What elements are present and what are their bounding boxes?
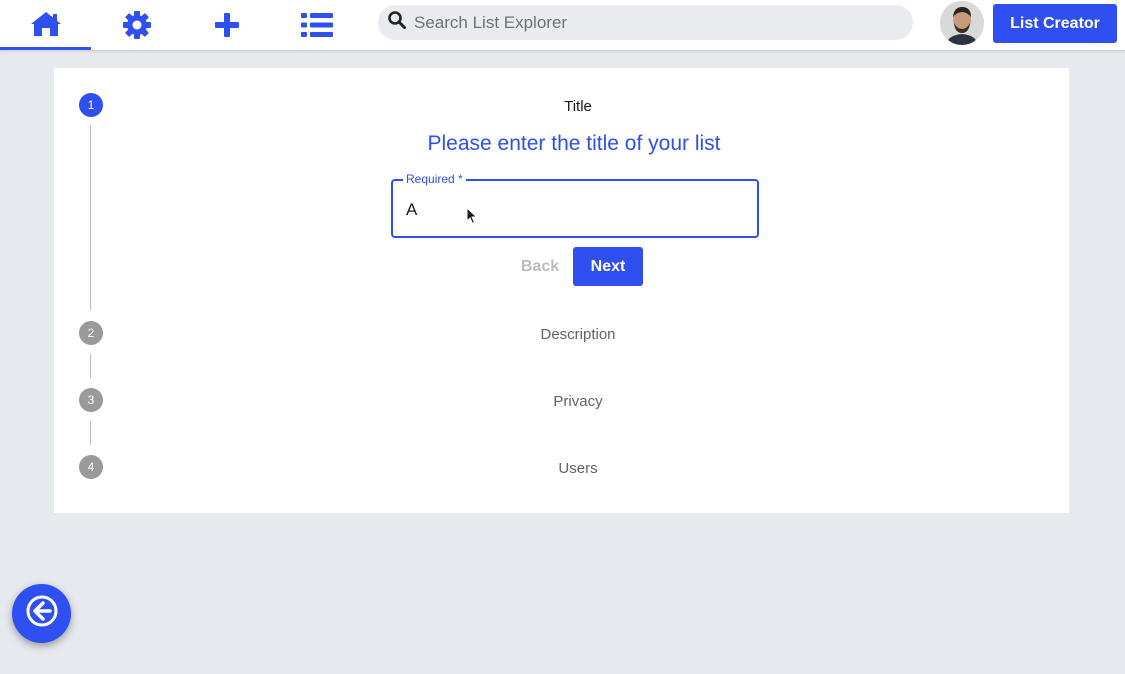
step-connector bbox=[90, 125, 91, 310]
plus-icon bbox=[213, 11, 241, 39]
step-4-indicator: 4 bbox=[79, 455, 103, 479]
back-button[interactable]: Back bbox=[510, 247, 570, 287]
floating-back-button[interactable] bbox=[12, 584, 71, 643]
step-2-indicator: 2 bbox=[79, 321, 103, 345]
step-connector bbox=[90, 421, 91, 445]
step-prompt: Please enter the title of your list bbox=[427, 132, 721, 155]
top-navigation-bar: List Creator bbox=[0, 0, 1125, 51]
search-input[interactable] bbox=[414, 12, 894, 33]
nav-add-button[interactable] bbox=[181, 0, 272, 50]
home-icon bbox=[29, 10, 63, 38]
step-2-title[interactable]: Description bbox=[478, 326, 678, 343]
mouse-cursor-icon bbox=[466, 206, 478, 230]
title-input[interactable] bbox=[406, 199, 736, 221]
step-connector bbox=[90, 354, 91, 378]
step-1-indicator: 1 bbox=[79, 93, 103, 117]
arrow-left-circle-icon bbox=[25, 594, 59, 633]
stepper-card: 1 Title Please enter the title of your l… bbox=[54, 68, 1069, 513]
step-3-title[interactable]: Privacy bbox=[478, 393, 678, 410]
step-4-title[interactable]: Users bbox=[478, 460, 678, 477]
title-field-legend: Required * bbox=[403, 172, 466, 186]
avatar[interactable] bbox=[940, 1, 984, 45]
search-icon bbox=[388, 11, 406, 34]
gear-icon bbox=[122, 10, 152, 40]
nav-settings-button[interactable] bbox=[91, 0, 182, 50]
title-field[interactable]: Required * bbox=[391, 172, 759, 238]
next-button[interactable]: Next bbox=[573, 247, 643, 286]
nav-home-button[interactable] bbox=[0, 0, 91, 50]
search-bar bbox=[378, 5, 913, 40]
list-icon bbox=[300, 12, 333, 38]
nav-lists-button[interactable] bbox=[271, 0, 362, 50]
step-3-indicator: 3 bbox=[79, 388, 103, 412]
list-creator-button[interactable]: List Creator bbox=[993, 4, 1117, 43]
step-1-title[interactable]: Title bbox=[478, 98, 678, 115]
